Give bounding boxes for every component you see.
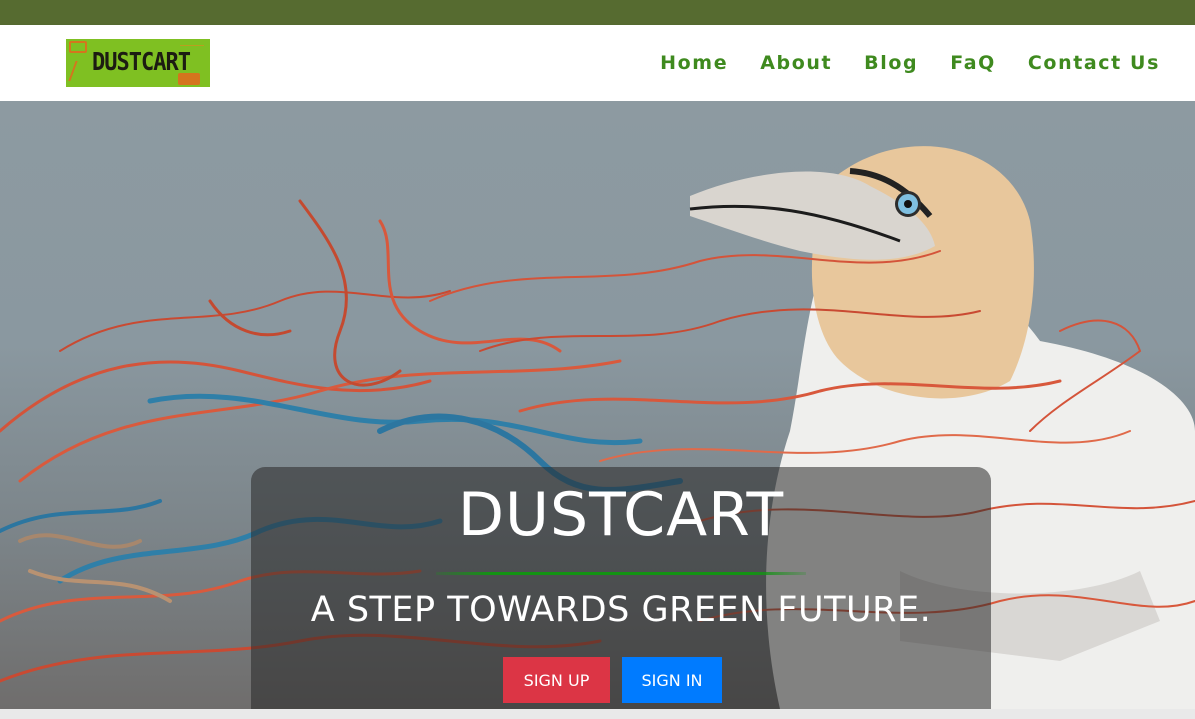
nav-contact-us[interactable]: Contact Us bbox=[1028, 52, 1160, 74]
sign-up-button[interactable]: SIGN UP bbox=[503, 657, 610, 703]
nav-faq[interactable]: FaQ bbox=[950, 52, 996, 74]
hero-section: DUSTCART A STEP TOWARDS GREEN FUTURE. SI… bbox=[0, 101, 1195, 709]
top-accent-bar bbox=[0, 0, 1195, 25]
main-nav: Home About Blog FaQ Contact Us bbox=[660, 52, 1160, 74]
hero-title: DUSTCART bbox=[457, 480, 785, 550]
nav-blog[interactable]: Blog bbox=[864, 52, 918, 74]
hero-tagline: A STEP TOWARDS GREEN FUTURE. bbox=[310, 590, 932, 630]
truck-icon bbox=[69, 41, 87, 53]
sign-in-button[interactable]: SIGN IN bbox=[622, 657, 722, 703]
dustcart-logo[interactable]: DUSTCART bbox=[66, 39, 210, 87]
broom-icon bbox=[68, 61, 92, 81]
page-bottom-edge bbox=[0, 709, 1195, 719]
logo-text: DUSTCART bbox=[92, 48, 191, 77]
navbar: DUSTCART Home About Blog FaQ Contact Us bbox=[0, 25, 1195, 101]
nav-about[interactable]: About bbox=[760, 52, 832, 74]
nav-home[interactable]: Home bbox=[660, 52, 728, 74]
hero-divider bbox=[436, 572, 806, 575]
